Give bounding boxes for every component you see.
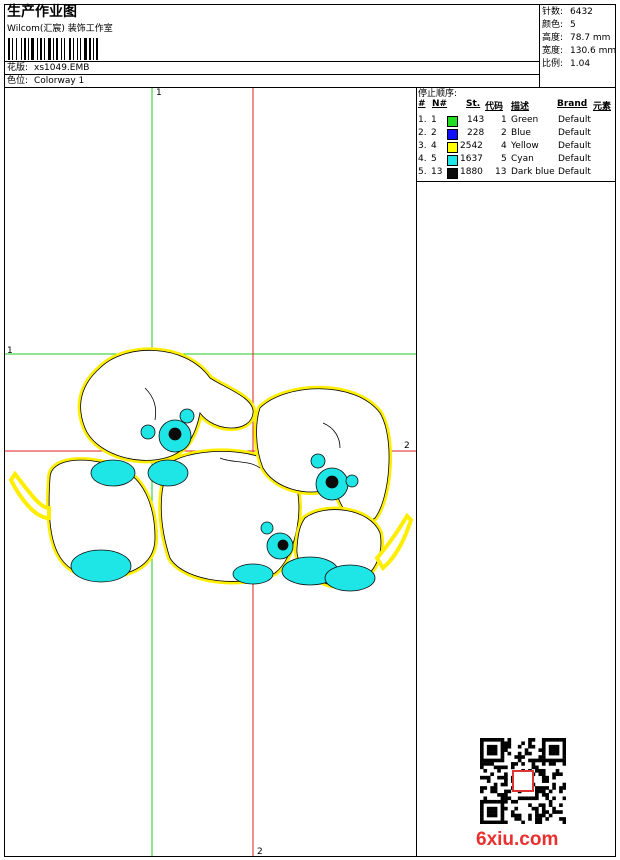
- row-code: 2: [501, 128, 507, 138]
- col-code: 代码: [485, 102, 504, 112]
- col-desc: 描述: [511, 102, 530, 112]
- colorway-name: Colorway 1: [34, 76, 85, 86]
- row-n: 1: [431, 115, 437, 125]
- colors-value: 5: [570, 20, 576, 30]
- col-st: St.: [466, 99, 481, 109]
- row-desc: Green: [511, 115, 539, 125]
- row-code: 13: [495, 167, 507, 177]
- row-st: 1637: [460, 154, 483, 164]
- row-desc: Dark blue: [511, 167, 555, 177]
- row-brand: Default: [558, 141, 591, 151]
- watermark-logo: 6xiu.com: [476, 829, 559, 850]
- stop-table-bottom: [416, 181, 616, 182]
- table-row: 1. 1 143 1 Green Default: [417, 114, 616, 127]
- row-desc: Yellow: [511, 141, 539, 151]
- axis-label-v1: 1: [156, 88, 162, 98]
- row-st: 2542: [460, 141, 483, 151]
- row-code: 1: [501, 115, 507, 125]
- color-swatch: [447, 155, 458, 166]
- table-row: 2. 2 228 2 Blue Default: [417, 127, 616, 140]
- row-n: 2: [431, 128, 437, 138]
- color-swatch: [447, 116, 458, 127]
- row-num: 5.: [418, 167, 427, 177]
- qr-code: [480, 738, 566, 824]
- row-brand: Default: [558, 115, 591, 125]
- height-label: 高度:: [542, 33, 564, 43]
- row-desc: Blue: [511, 128, 531, 138]
- stats-divider: [539, 4, 540, 88]
- sheet-divider: [416, 87, 417, 857]
- puppy-shapes: [8, 347, 414, 590]
- scale-label: 比例:: [542, 59, 564, 69]
- col-elem: 元素: [593, 102, 612, 112]
- subheader-line-1: [4, 61, 540, 62]
- col-brand: Brand: [557, 99, 588, 109]
- color-swatch: [447, 142, 458, 153]
- color-swatch: [447, 129, 458, 140]
- table-row: 5. 13 1880 13 Dark blue Default: [417, 166, 616, 179]
- axis-label-v2: 2: [257, 847, 263, 857]
- axis-label-h2: 2: [404, 441, 410, 451]
- width-value: 130.6 mm: [570, 46, 617, 56]
- col-num: #: [418, 99, 426, 109]
- row-brand: Default: [558, 167, 591, 177]
- width-label: 宽度:: [542, 46, 564, 56]
- row-st: 228: [467, 128, 485, 138]
- col-n: N#: [432, 99, 448, 109]
- page-title: 生产作业图: [7, 4, 77, 20]
- stitches-value: 6432: [570, 7, 593, 17]
- color-swatch: [447, 168, 458, 179]
- stitches-label: 针数:: [542, 7, 564, 17]
- row-num: 2.: [418, 128, 427, 138]
- table-row: 3. 4 2542 4 Yellow Default: [417, 140, 616, 153]
- colorway-label: 色位:: [7, 76, 29, 86]
- axis-label-h1: 1: [7, 346, 13, 356]
- table-row: 4. 5 1637 5 Cyan Default: [417, 153, 616, 166]
- height-value: 78.7 mm: [570, 33, 611, 43]
- barcode: [8, 38, 132, 60]
- row-st: 1880: [460, 167, 483, 177]
- row-num: 1.: [418, 115, 427, 125]
- row-n: 13: [431, 167, 443, 177]
- row-brand: Default: [558, 154, 591, 164]
- row-desc: Cyan: [511, 154, 534, 164]
- row-code: 5: [501, 154, 507, 164]
- design-file-name: xs1049.EMB: [34, 63, 90, 73]
- colors-label: 颜色:: [542, 20, 564, 30]
- design-file-label: 花版:: [7, 63, 29, 73]
- design-canvas: [5, 88, 416, 856]
- studio-name: Wilcom(汇宸) 装饰工作室: [7, 24, 113, 34]
- row-n: 4: [431, 141, 437, 151]
- row-st: 143: [467, 115, 485, 125]
- row-num: 4.: [418, 154, 427, 164]
- row-brand: Default: [558, 128, 591, 138]
- embroidered-puppies-artwork: [5, 88, 416, 856]
- row-n: 5: [431, 154, 437, 164]
- row-code: 4: [501, 141, 507, 151]
- subheader-line-2: [4, 74, 540, 75]
- scale-value: 1.04: [570, 59, 591, 69]
- row-num: 3.: [418, 141, 427, 151]
